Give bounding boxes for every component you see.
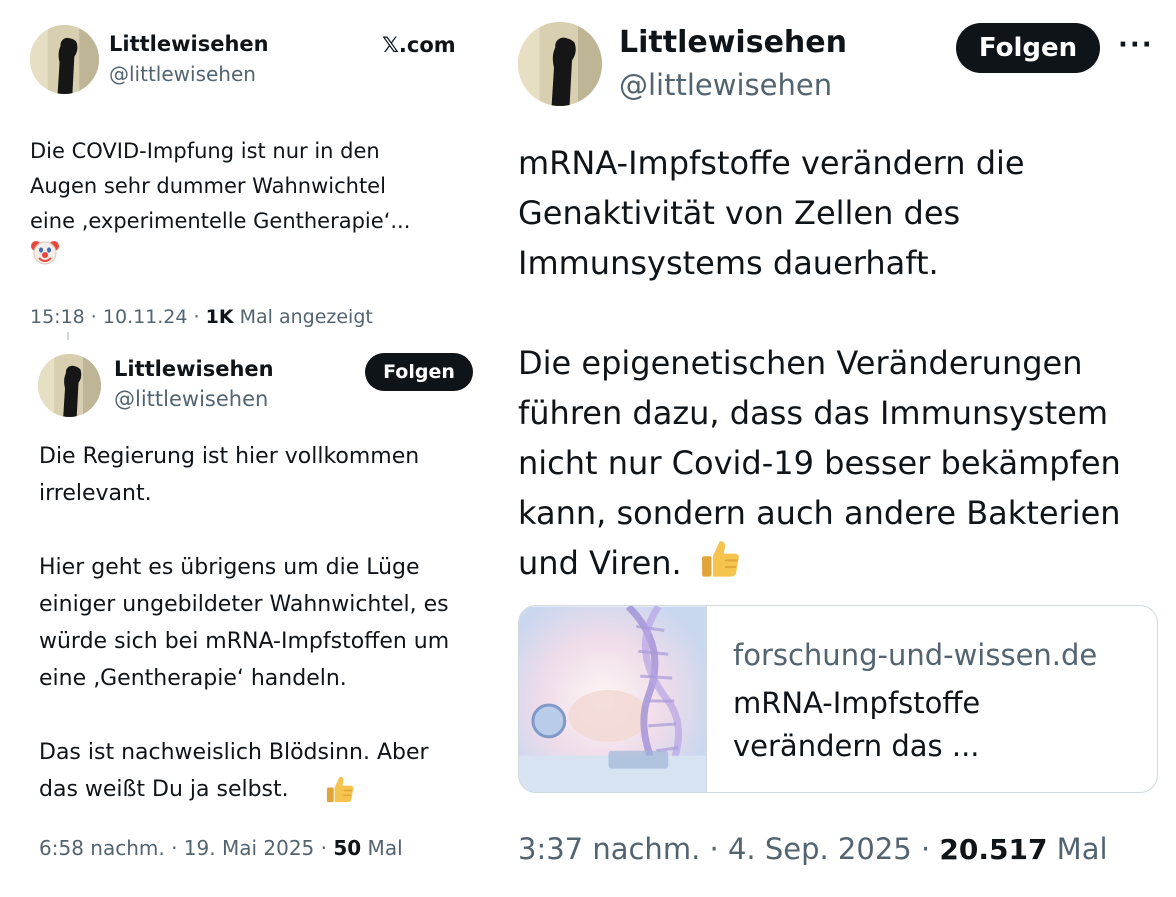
- tweet-meta: 6:58 nachm. · 19. Mai 2025 · 50 Mal: [39, 836, 403, 860]
- thumbs-up-icon: [324, 773, 357, 806]
- avatar[interactable]: [518, 22, 602, 106]
- user-handle[interactable]: @littlewisehen: [619, 68, 832, 102]
- tweet-text: Die COVID-Impfung ist nur in den Augen s…: [30, 139, 411, 233]
- x-logo: 𝕏.com: [382, 33, 456, 57]
- clown-face-icon: [30, 237, 60, 267]
- follow-button[interactable]: Folgen: [365, 353, 473, 391]
- user-handle[interactable]: @littlewisehen: [109, 62, 256, 86]
- tweet-panel-2: Littlewisehen @littlewisehen Folgen Die …: [0, 340, 490, 897]
- view-count: 50: [333, 836, 362, 860]
- view-label: Mal: [1047, 832, 1108, 866]
- tweet-text: Die Regierung ist hier vollkommen irrele…: [39, 444, 450, 802]
- display-name[interactable]: Littlewisehen: [619, 25, 847, 60]
- avatar[interactable]: [30, 25, 99, 94]
- display-name[interactable]: Littlewisehen: [114, 357, 274, 381]
- link-domain: forschung-und-wissen.de: [733, 638, 1098, 672]
- tweet-timestamp[interactable]: 6:58 nachm. · 19. Mai 2025 ·: [39, 836, 333, 860]
- display-name[interactable]: Littlewisehen: [109, 32, 269, 56]
- thumbs-up-icon: [698, 536, 744, 582]
- thread-connector: [67, 332, 69, 340]
- avatar-image: [518, 22, 602, 106]
- link-preview-image: [519, 606, 707, 792]
- tweet-panel-3: Littlewisehen @littlewisehen Folgen ··· …: [490, 0, 1176, 897]
- more-options-icon[interactable]: ···: [1118, 30, 1154, 60]
- view-label: Mal: [361, 836, 403, 860]
- tweet-timestamp[interactable]: 3:37 nachm. · 4. Sep. 2025 ·: [518, 832, 939, 866]
- tweet-timestamp[interactable]: 15:18 · 10.11.24 ·: [30, 306, 206, 328]
- tweet-meta: 3:37 nachm. · 4. Sep. 2025 · 20.517 Mal: [518, 832, 1108, 866]
- avatar-image: [30, 25, 99, 94]
- user-handle[interactable]: @littlewisehen: [114, 387, 268, 411]
- follow-button[interactable]: Folgen: [956, 23, 1100, 73]
- view-count: 1K: [205, 306, 234, 328]
- view-count: 20.517: [939, 833, 1048, 866]
- tweet-text: mRNA-Impfstoffe verändern die Genaktivit…: [518, 144, 1121, 582]
- link-title: mRNA-Impfstoffe verändern das ...: [733, 686, 981, 763]
- view-label: Mal angezeigt: [233, 306, 373, 328]
- tweet-meta: 15:18 · 10.11.24 · 1K Mal angezeigt: [30, 306, 373, 328]
- avatar-image: [38, 354, 101, 417]
- avatar[interactable]: [38, 354, 101, 417]
- tweet-panel-1: Littlewisehen @littlewisehen 𝕏.com Die C…: [0, 0, 490, 340]
- link-preview-card[interactable]: forschung-und-wissen.de mRNA-Impfstoffe …: [518, 605, 1158, 793]
